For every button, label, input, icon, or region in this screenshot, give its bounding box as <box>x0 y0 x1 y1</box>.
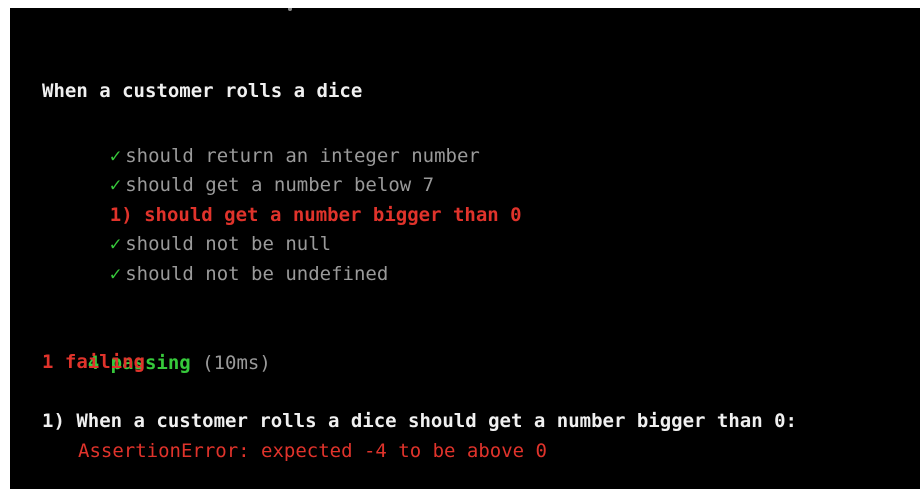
failing-count: 1 failing <box>42 351 145 373</box>
failure-detail-title: 1) When a customer rolls a dice should g… <box>42 410 797 432</box>
duration: (10ms) <box>202 352 271 374</box>
test-row-failed: 1) should get a number bigger than 0 <box>64 170 522 226</box>
test-row: ✓ should get a number below 7 <box>64 140 434 196</box>
suite-title: When a customer rolls a dice <box>42 80 363 102</box>
test-row: ✓ should return an integer number <box>64 111 480 167</box>
test-row: ✓ should not be null <box>64 199 331 255</box>
terminal-window: When a customer rolls a dice ✓ should ret… <box>10 8 920 489</box>
test-row: ✓ should not be undefined <box>64 229 389 285</box>
cropped-glyph <box>274 8 296 13</box>
check-icon: ✓ <box>109 263 122 285</box>
test-label: should not be undefined <box>125 263 389 285</box>
assertion-error: AssertionError: expected -4 to be above … <box>78 440 547 462</box>
passing-summary: 4 passing (10ms) <box>42 318 271 374</box>
